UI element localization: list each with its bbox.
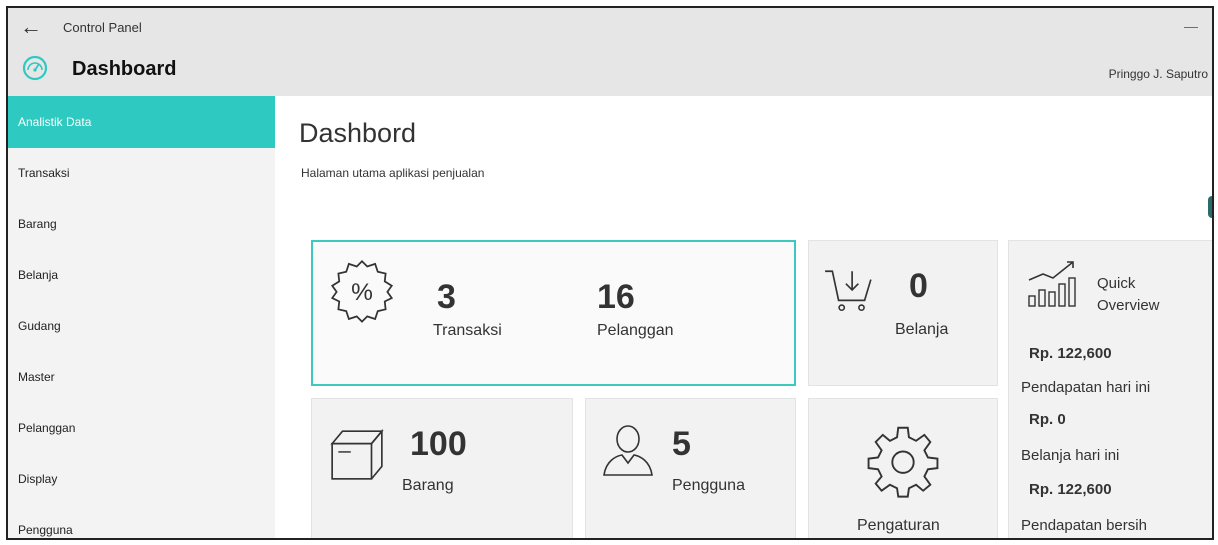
quick-overview-title-1: Quick [1097, 275, 1136, 292]
svg-text:%: % [351, 279, 373, 306]
pendapatan-bersih-label: Pendapatan bersih [1021, 517, 1147, 534]
barang-label: Barang [402, 477, 454, 494]
pengguna-card[interactable]: 5 Pengguna [585, 398, 796, 538]
transaksi-label: Transaksi [433, 322, 502, 339]
belanja-hari-ini-label: Belanja hari ini [1021, 447, 1120, 464]
barang-card[interactable]: 100 Barang [311, 398, 573, 538]
pelanggan-count: 16 [597, 278, 635, 316]
pendapatan-hari-ini-value: Rp. 122,600 [1029, 345, 1112, 362]
belanja-hari-ini-value: Rp. 0 [1029, 411, 1066, 428]
window-title: Control Panel [63, 20, 142, 35]
belanja-count: 0 [909, 267, 928, 305]
header-title: Dashboard [72, 58, 177, 80]
sidebar-item-barang[interactable]: Barang [8, 199, 275, 250]
back-arrow-icon[interactable]: ← [20, 16, 42, 38]
belanja-card[interactable]: 0 Belanja [808, 240, 998, 386]
pengguna-count: 5 [672, 425, 691, 463]
pengaturan-label: Pengaturan [857, 517, 940, 534]
pendapatan-hari-ini-label: Pendapatan hari ini [1021, 379, 1151, 396]
app-window: ← Control Panel — Dashboard Pringgo J. S… [6, 6, 1214, 540]
sidebar-item-transaksi[interactable]: Transaksi [8, 148, 275, 199]
shopping-cart-icon [825, 270, 872, 312]
belanja-label: Belanja [895, 321, 949, 338]
speedometer-icon [22, 55, 48, 81]
sidebar-item-master[interactable]: Master [8, 352, 275, 403]
user-icon [603, 425, 653, 476]
sidebar-item-belanja[interactable]: Belanja [8, 250, 275, 301]
scroll-indicator[interactable] [1208, 196, 1212, 218]
sidebar-item-analistik-data[interactable]: Analistik Data [8, 96, 275, 148]
transaksi-pelanggan-card[interactable]: % 3 Transaksi 16 Pelanggan [311, 240, 796, 386]
growth-chart-icon [1028, 261, 1076, 307]
quick-overview-card[interactable]: Quick Overview Rp. 122,600 Pendapatan ha… [1008, 240, 1212, 538]
sidebar-item-pelanggan[interactable]: Pelanggan [8, 403, 275, 454]
pendapatan-bersih-value: Rp. 122,600 [1029, 481, 1112, 498]
transaksi-count: 3 [437, 278, 456, 316]
barang-count: 100 [410, 425, 467, 463]
pelanggan-label: Pelanggan [597, 322, 674, 339]
user-name[interactable]: Pringgo J. Saputro [1109, 67, 1208, 81]
box-icon [330, 428, 384, 480]
sidebar: Analistik Data Transaksi Barang Belanja … [8, 96, 275, 538]
app-header: Dashboard Pringgo J. Saputro [8, 50, 1212, 96]
sidebar-item-pengguna[interactable]: Pengguna [8, 505, 275, 538]
pengguna-label: Pengguna [672, 477, 745, 494]
title-bar: ← Control Panel — [8, 8, 1212, 50]
percent-badge-icon: % [330, 260, 394, 323]
main-content: Dashbord Halaman utama aplikasi penjuala… [275, 96, 1212, 538]
minimize-button[interactable]: — [1184, 18, 1198, 34]
sidebar-item-gudang[interactable]: Gudang [8, 301, 275, 352]
gear-icon [867, 426, 939, 498]
quick-overview-title-2: Overview [1097, 297, 1160, 314]
page-subtitle: Halaman utama aplikasi penjualan [301, 166, 485, 180]
pengaturan-card[interactable]: Pengaturan [808, 398, 998, 538]
page-title: Dashbord [299, 118, 417, 148]
sidebar-item-display[interactable]: Display [8, 454, 275, 505]
